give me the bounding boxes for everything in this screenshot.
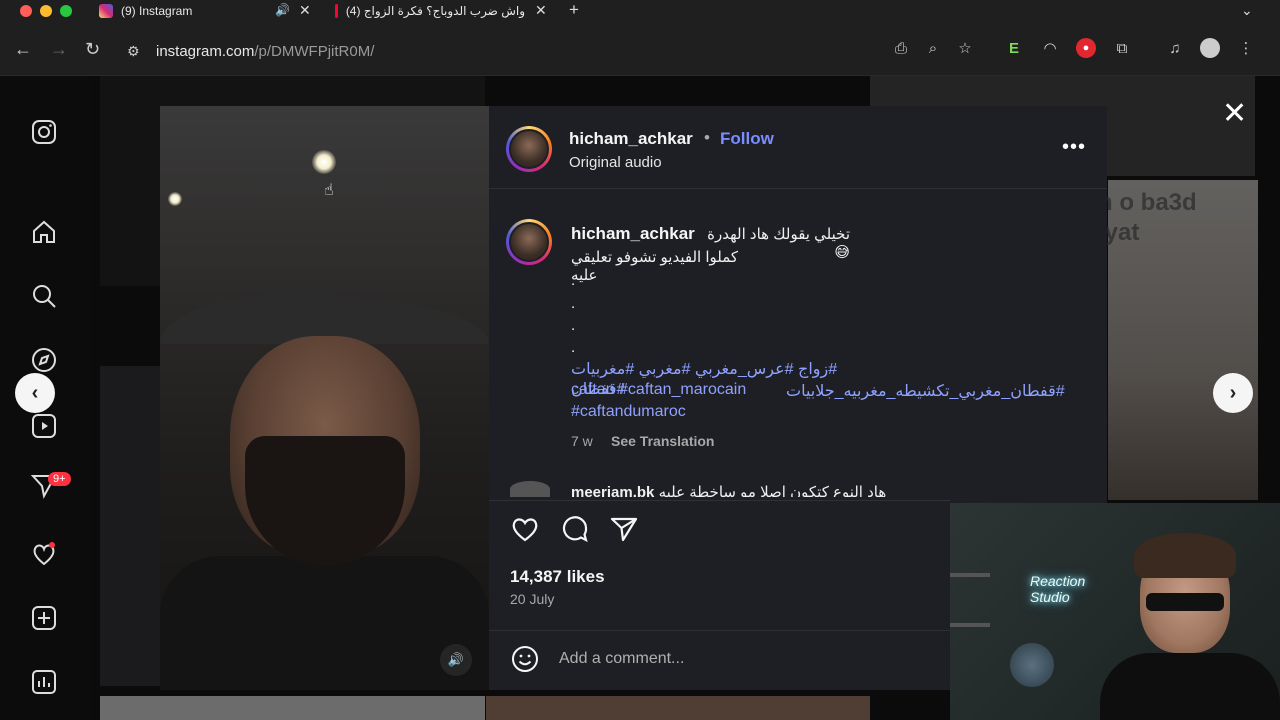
tab-title: (4) واش ضرب الدوباج؟ فكرة الزواج [345,4,525,18]
streamer-body [1100,653,1280,720]
close-modal-icon[interactable]: ✕ [1222,96,1247,131]
follow-button[interactable]: Follow [720,129,774,149]
hashtags-line-2b[interactable]: #قفطان_مغربي_تكشيطه_مغربيه_جلابيات [786,381,1065,401]
profile-avatar[interactable] [1200,38,1220,58]
explore-compass-icon[interactable] [30,346,58,374]
new-tab-icon[interactable]: + [569,0,579,20]
shelf [950,573,990,577]
youtube-icon [335,4,338,18]
caption-dot: . [571,317,576,334]
browser-menu-icon[interactable]: ⋮ [1236,38,1256,58]
comment-text: هاد النوع كتكون اصلا مو ساخطة عليه [658,484,887,497]
caption-dot: . [571,272,576,289]
dashboard-icon[interactable] [30,668,58,696]
grid-tile [100,696,485,720]
hashtags-line-2a[interactable]: caftan #caftan_marocain [571,381,746,399]
street-lamp [168,192,182,206]
minimize-window-button[interactable] [40,5,52,17]
caption-dot: . [571,295,576,312]
create-post-icon[interactable] [30,604,58,632]
tab-title: (9) Instagram [121,4,193,18]
post-date: 20 July [510,591,555,607]
divider [489,630,950,631]
caption-author-username[interactable]: hicham_achkar [571,224,695,244]
instagram-icon [99,4,113,18]
notifications-heart-icon[interactable] [30,540,58,568]
close-tab-icon[interactable]: ✕ [535,2,547,19]
share-send-icon[interactable] [609,514,639,544]
commenter-avatar[interactable] [510,481,550,497]
chevron-right-icon: › [1229,381,1237,404]
back-button[interactable]: ← [14,39,32,59]
bookmark-star-icon[interactable]: ☆ [955,38,975,58]
streamer-sunglasses [1146,593,1224,611]
zoom-window-button[interactable] [60,5,72,17]
more-options-button[interactable]: ••• [1062,136,1086,159]
extension-arc-icon[interactable]: ◠ [1040,38,1060,58]
url-field[interactable]: instagram.com/p/DMWFPjitR0M/ [156,43,374,60]
neon-sign: Reaction Studio [1030,573,1086,605]
comment-row: meeriam.bk هاد النوع كتكون اصلا مو ساخطة… [571,483,886,497]
background-post-text: n o ba3d iyat [1098,189,1197,246]
hashtags-line-3[interactable]: #caftandumaroc [571,403,686,421]
search-icon[interactable] [30,282,58,310]
forward-button[interactable]: → [50,39,68,59]
caption-dot: . [571,339,576,356]
like-heart-icon[interactable] [510,514,540,544]
home-icon[interactable] [30,218,58,246]
zoom-icon[interactable]: ⌕ [923,38,943,58]
mouse-cursor-icon: ☝ [324,182,334,199]
globe [1010,643,1054,687]
tab-strip: (9) Instagram 🔊 ✕ (4) واش ضرب الدوباج؟ ف… [0,0,1280,22]
see-translation-link[interactable]: See Translation [611,433,714,449]
messages-badge: 9+ [48,472,71,486]
previous-post-button[interactable]: ‹ [15,373,55,413]
reels-icon[interactable] [30,412,58,440]
media-control-icon[interactable]: ♫ [1165,38,1185,58]
add-comment-input[interactable]: Add a comment... [559,650,684,668]
audio-toggle-icon[interactable]: 🔊 [440,644,472,676]
extension-e-icon[interactable]: E [1004,38,1024,58]
webcam-overlay: Reaction Studio [950,503,1280,720]
tab-instagram[interactable]: (9) Instagram [99,0,192,22]
caption-author-avatar[interactable] [506,219,552,265]
streamer-hair [1134,533,1236,578]
next-post-button[interactable]: › [1213,373,1253,413]
comment-username[interactable]: meeriam.bk [571,484,654,497]
reload-button[interactable]: ↻ [85,39,100,59]
install-app-icon[interactable]: ⎙ [891,38,911,58]
likes-count[interactable]: 14,387 likes [510,567,605,587]
shelf [950,623,990,627]
divider [489,500,950,501]
chevron-left-icon: ‹ [31,381,39,404]
url-path: /p/DMWFPjitR0M/ [254,43,375,60]
site-settings-icon[interactable]: ⚙ [127,41,140,61]
author-username[interactable]: hicham_achkar [569,129,693,149]
close-tab-icon[interactable]: ✕ [299,2,311,19]
author-avatar[interactable] [506,126,552,172]
tab-search-chevron-icon[interactable]: ⌄ [1241,2,1253,19]
grid-tile [486,696,870,720]
speaker-icon[interactable]: 🔊 [275,3,290,17]
audio-label[interactable]: Original audio [569,154,662,171]
person-shirt [160,556,489,690]
tab-youtube[interactable]: (4) واش ضرب الدوباج؟ فكرة الزواج [335,0,525,22]
separator-dot: • [704,128,710,147]
emoji-smile-icon[interactable] [510,644,540,674]
instagram-logo-icon[interactable] [30,118,58,146]
close-window-button[interactable] [20,5,32,17]
post-age[interactable]: 7 w [571,433,593,449]
url-host: instagram.com [156,43,255,60]
caption-line-2: كملوا الفيديو تشوفو تعليقي عليه [571,249,739,284]
extension-red-icon[interactable]: ● [1076,38,1096,58]
comment-bubble-icon[interactable] [560,514,590,544]
extensions-puzzle-icon[interactable]: ⧉ [1112,38,1132,58]
address-toolbar: ← → ↻ ⚙ instagram.com/p/DMWFPjitR0M/ ⎙ ⌕… [0,22,1280,76]
street-lamp [312,150,336,174]
divider [489,188,1107,189]
person-beard [245,436,405,566]
